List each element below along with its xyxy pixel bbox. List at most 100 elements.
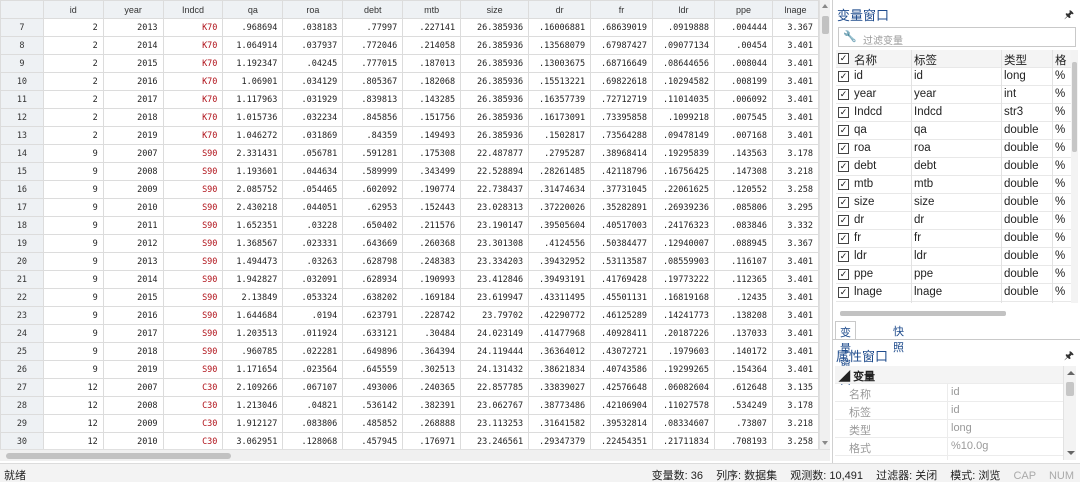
- table-cell[interactable]: .0194: [282, 306, 344, 325]
- table-cell[interactable]: .143563: [714, 144, 773, 163]
- table-cell[interactable]: .044634: [282, 162, 344, 181]
- table-cell[interactable]: .11027578: [652, 396, 715, 415]
- row-number[interactable]: 7: [0, 18, 44, 37]
- table-cell[interactable]: 2018: [102, 342, 164, 361]
- table-cell[interactable]: .805367: [342, 72, 404, 91]
- table-cell[interactable]: .40928411: [590, 324, 654, 343]
- table-cell[interactable]: 3.135: [771, 378, 819, 397]
- row-number[interactable]: 26: [0, 360, 44, 379]
- row-number[interactable]: 16: [0, 180, 44, 199]
- variable-row[interactable]: ✓ roa roa double%: [836, 140, 1075, 158]
- table-cell[interactable]: .054465: [282, 180, 344, 199]
- table-cell[interactable]: 2015: [102, 54, 164, 73]
- table-cell[interactable]: K70: [162, 126, 224, 145]
- table-cell[interactable]: 9: [42, 180, 104, 199]
- row-number[interactable]: 15: [0, 162, 44, 181]
- scroll-up-icon[interactable]: [822, 4, 828, 8]
- table-cell[interactable]: .023331: [282, 234, 344, 253]
- select-all-checkbox[interactable]: ✓: [838, 53, 849, 64]
- table-cell[interactable]: 26.385936: [460, 90, 530, 109]
- table-cell[interactable]: .228742: [402, 306, 462, 325]
- table-cell[interactable]: 9: [42, 234, 104, 253]
- table-cell[interactable]: .085806: [714, 198, 773, 217]
- table-cell[interactable]: .151756: [402, 108, 462, 127]
- row-number[interactable]: 17: [0, 198, 44, 217]
- row-number[interactable]: 23: [0, 306, 44, 325]
- column-header[interactable]: size: [460, 0, 530, 19]
- table-row[interactable]: 27 12 2007 C30 2.109266.067107.493006.240365…: [0, 378, 819, 397]
- table-cell[interactable]: .13568079: [528, 36, 592, 55]
- table-cell[interactable]: .176971: [402, 432, 462, 449]
- table-cell[interactable]: 3.178: [771, 396, 819, 415]
- table-cell[interactable]: .302513: [402, 360, 462, 379]
- row-number[interactable]: 12: [0, 108, 44, 127]
- table-row[interactable]: 28 12 2008 C30 1.213046.04821.536142.382391 2…: [0, 396, 819, 415]
- table-cell[interactable]: .42290772: [528, 306, 592, 325]
- table-cell[interactable]: 3.401: [771, 342, 819, 361]
- table-cell[interactable]: .40743586: [590, 360, 654, 379]
- pin-icon[interactable]: 🖈: [1064, 6, 1074, 25]
- table-cell[interactable]: .03263: [282, 252, 344, 271]
- table-cell[interactable]: 2: [42, 18, 104, 37]
- table-cell[interactable]: .536142: [342, 396, 404, 415]
- table-cell[interactable]: .38968414: [590, 144, 654, 163]
- table-cell[interactable]: .138208: [714, 306, 773, 325]
- table-cell[interactable]: .41769428: [590, 270, 654, 289]
- table-cell[interactable]: .589999: [342, 162, 404, 181]
- table-cell[interactable]: 3.401: [771, 252, 819, 271]
- table-cell[interactable]: .28261485: [528, 162, 592, 181]
- table-cell[interactable]: 2014: [102, 36, 164, 55]
- table-cell[interactable]: .04821: [282, 396, 344, 415]
- table-cell[interactable]: .260368: [402, 234, 462, 253]
- table-cell[interactable]: .128068: [282, 432, 344, 449]
- variable-row[interactable]: ✓ ppe ppe double%: [836, 266, 1075, 284]
- table-cell[interactable]: 2009: [102, 180, 164, 199]
- table-cell[interactable]: 2.13849: [222, 288, 284, 307]
- properties-vertical-scrollbar[interactable]: [1063, 366, 1076, 460]
- row-number[interactable]: 9: [0, 54, 44, 73]
- table-cell[interactable]: .08644656: [652, 54, 715, 73]
- table-cell[interactable]: 12: [42, 396, 104, 415]
- table-cell[interactable]: .43072721: [590, 342, 654, 361]
- scroll-thumb[interactable]: [1066, 382, 1074, 396]
- row-number[interactable]: 25: [0, 342, 44, 361]
- table-cell[interactable]: .034129: [282, 72, 344, 91]
- table-cell[interactable]: .214058: [402, 36, 462, 55]
- table-cell[interactable]: .960785: [222, 342, 284, 361]
- table-cell[interactable]: 9: [42, 270, 104, 289]
- table-cell[interactable]: .382391: [402, 396, 462, 415]
- table-cell[interactable]: .187013: [402, 54, 462, 73]
- grid-vertical-scrollbar[interactable]: [819, 0, 830, 449]
- table-cell[interactable]: .36364012: [528, 342, 592, 361]
- table-cell[interactable]: S90: [162, 252, 224, 271]
- column-header[interactable]: lnage: [771, 0, 819, 19]
- table-cell[interactable]: 2011: [102, 216, 164, 235]
- table-cell[interactable]: .649896: [342, 342, 404, 361]
- table-cell[interactable]: .007545: [714, 108, 773, 127]
- table-cell[interactable]: .004444: [714, 18, 773, 37]
- table-cell[interactable]: 1.192347: [222, 54, 284, 73]
- variables-vertical-scrollbar[interactable]: [1071, 50, 1078, 303]
- column-header[interactable]: roa: [282, 0, 344, 19]
- table-cell[interactable]: 2.430218: [222, 198, 284, 217]
- table-cell[interactable]: .03228: [282, 216, 344, 235]
- data-editor-grid[interactable]: id year Indcd qa roa debt mtb size dr fr…: [0, 0, 819, 449]
- column-header[interactable]: ldr: [652, 0, 715, 19]
- table-cell[interactable]: 2018: [102, 108, 164, 127]
- table-row[interactable]: 30 12 2010 C30 3.062951.128068.457945.176971…: [0, 432, 819, 449]
- table-cell[interactable]: 22.738437: [460, 180, 530, 199]
- table-cell[interactable]: 3.401: [771, 324, 819, 343]
- table-cell[interactable]: .2795287: [528, 144, 592, 163]
- table-cell[interactable]: .0919888: [652, 18, 715, 37]
- variables-list[interactable]: ✓ 名称 标签 类型 格 ✓ id id long% ✓ year year int% ✓ Ind…: [836, 50, 1075, 303]
- table-cell[interactable]: .612648: [714, 378, 773, 397]
- table-cell[interactable]: 9: [42, 360, 104, 379]
- table-cell[interactable]: .248383: [402, 252, 462, 271]
- table-cell[interactable]: .268888: [402, 414, 462, 433]
- column-header[interactable]: debt: [342, 0, 404, 19]
- table-cell[interactable]: .083846: [714, 216, 773, 235]
- row-number[interactable]: 8: [0, 36, 44, 55]
- table-cell[interactable]: 3.178: [771, 144, 819, 163]
- table-cell[interactable]: 24.023149: [460, 324, 530, 343]
- table-cell[interactable]: 26.385936: [460, 72, 530, 91]
